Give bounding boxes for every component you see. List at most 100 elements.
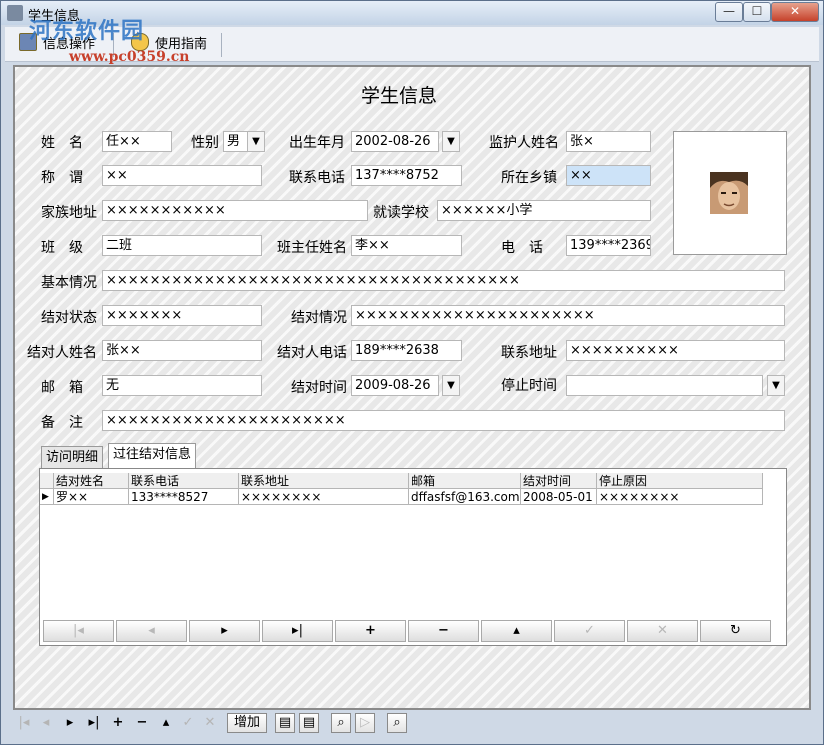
- student-photo[interactable]: [673, 131, 787, 255]
- col-header[interactable]: 联系电话: [129, 473, 239, 489]
- edit-record-icon[interactable]: ▴: [157, 713, 175, 733]
- remark-label: 备 注: [41, 415, 83, 431]
- title-field[interactable]: ××: [102, 165, 262, 186]
- table-cell[interactable]: ××××××××: [597, 489, 763, 505]
- guardian-label: 监护人姓名: [489, 135, 559, 151]
- first-record-icon[interactable]: |◂: [15, 713, 33, 733]
- teacher-field[interactable]: 李××: [351, 235, 462, 256]
- avatar-icon: [710, 172, 748, 214]
- class-label: 班 级: [41, 240, 83, 256]
- guardian-field[interactable]: 张×: [566, 131, 651, 152]
- app-window: 学生信息 — ☐ ✕ 信息操作 使用指南 河东软件园 www.pc0359.cn…: [0, 0, 824, 745]
- email-field[interactable]: 无: [102, 375, 262, 396]
- zoom-icon[interactable]: ⌕: [387, 713, 407, 733]
- insert-record-icon[interactable]: +: [335, 620, 406, 642]
- insert-record-icon[interactable]: +: [109, 713, 127, 733]
- col-header[interactable]: 邮箱: [409, 473, 521, 489]
- title-label: 称 谓: [41, 170, 83, 186]
- watermark-url: www.pc0359.cn: [69, 49, 190, 65]
- pair-person-field[interactable]: 张××: [102, 340, 262, 361]
- home-address-label: 家族地址: [41, 205, 97, 221]
- contact-address-field[interactable]: ××××××××××: [566, 340, 785, 361]
- col-header[interactable]: 结对姓名: [54, 473, 129, 489]
- close-button[interactable]: ✕: [771, 2, 819, 22]
- post-record-icon[interactable]: ✓: [554, 620, 625, 642]
- stop-time-field[interactable]: [566, 375, 763, 396]
- pair-info-field[interactable]: ××××××××××××××××××××××: [351, 305, 785, 326]
- pair-person-label: 结对人姓名: [27, 345, 97, 361]
- town-field[interactable]: ××: [566, 165, 651, 186]
- table-cell[interactable]: dffasfsf@163.com: [409, 489, 521, 505]
- refresh-icon[interactable]: ↻: [700, 620, 771, 642]
- contact-address-label: 联系地址: [501, 345, 557, 361]
- pair-status-field[interactable]: ×××××××: [102, 305, 262, 326]
- date-picker-icon[interactable]: ▼: [442, 375, 460, 396]
- tel-label: 电 话: [501, 240, 543, 256]
- table-cell[interactable]: 2008-05-01: [521, 489, 597, 505]
- school-field[interactable]: ××××××小学: [437, 200, 651, 221]
- teacher-label: 班主任姓名: [277, 240, 347, 256]
- delete-record-icon[interactable]: −: [408, 620, 479, 642]
- chevron-down-icon[interactable]: ▼: [247, 131, 265, 152]
- prior-record-icon[interactable]: ◂: [116, 620, 187, 642]
- town-label: 所在乡镇: [501, 170, 557, 186]
- next-record-icon[interactable]: ▸: [61, 713, 79, 733]
- minimize-button[interactable]: —: [715, 2, 743, 22]
- school-label: 就读学校: [373, 205, 429, 221]
- col-header[interactable]: 联系地址: [239, 473, 409, 489]
- next-record-icon[interactable]: ▸: [189, 620, 260, 642]
- toolbar-divider: [221, 33, 222, 57]
- phone-label: 联系电话: [289, 170, 345, 186]
- add-button[interactable]: 增加: [227, 713, 267, 733]
- col-header[interactable]: 停止原因: [597, 473, 763, 489]
- birth-label: 出生年月: [289, 135, 345, 151]
- email-label: 邮 箱: [41, 380, 83, 396]
- delete-record-icon[interactable]: −: [133, 713, 151, 733]
- pair-time-field[interactable]: 2009-08-26: [351, 375, 439, 396]
- post-record-icon[interactable]: ✓: [179, 713, 197, 733]
- basic-info-field[interactable]: ××××××××××××××××××××××××××××××××××××××: [102, 270, 785, 291]
- table-cell[interactable]: ××××××××: [239, 489, 409, 505]
- last-record-icon[interactable]: ▸|: [85, 713, 103, 733]
- stop-time-label: 停止时间: [501, 378, 557, 394]
- play-icon[interactable]: ▷: [355, 713, 375, 733]
- first-record-icon[interactable]: |◂: [43, 620, 114, 642]
- search-icon[interactable]: ⌕: [331, 713, 351, 733]
- row-header-cell: [40, 473, 54, 489]
- table-cell[interactable]: 罗××: [54, 489, 129, 505]
- cancel-record-icon[interactable]: ✕: [627, 620, 698, 642]
- last-record-icon[interactable]: ▸|: [262, 620, 333, 642]
- date-picker-icon[interactable]: ▼: [767, 375, 785, 396]
- remark-field[interactable]: ××××××××××××××××××××××: [102, 410, 785, 431]
- prior-record-icon[interactable]: ◂: [37, 713, 55, 733]
- watermark-logo: 河东软件园: [29, 18, 145, 44]
- pair-status-label: 结对状态: [41, 310, 97, 326]
- tel-field[interactable]: 139****2369: [566, 235, 651, 256]
- pair-info-label: 结对情况: [291, 310, 347, 326]
- birth-date-field[interactable]: 2002-08-26: [351, 131, 439, 152]
- table-cell[interactable]: 133****8527: [129, 489, 239, 505]
- pair-time-label: 结对时间: [291, 380, 347, 396]
- name-label: 姓 名: [41, 135, 83, 151]
- row-pointer-icon: ▶: [40, 489, 54, 505]
- date-picker-icon[interactable]: ▼: [442, 131, 460, 152]
- bottom-toolbar: |◂ ◂ ▸ ▸| + − ▴ ✓ ✕ 增加 ▤ ▤ ⌕ ▷ ⌕: [13, 713, 811, 735]
- tab-visit-details[interactable]: 访问明细: [41, 446, 104, 468]
- grid-navigator: |◂ ◂ ▸ ▸| + − ▴ ✓ ✕ ↻: [43, 620, 771, 642]
- home-address-field[interactable]: ×××××××××××: [102, 200, 368, 221]
- phone-field[interactable]: 137****8752: [351, 165, 462, 186]
- edit-record-icon[interactable]: ▴: [481, 620, 552, 642]
- tab-past-pairings[interactable]: 过往结对信息: [108, 443, 197, 469]
- pair-phone-field[interactable]: 189****2638: [351, 340, 462, 361]
- col-header[interactable]: 结对时间: [521, 473, 597, 489]
- print-icon[interactable]: ▤: [275, 713, 295, 733]
- maximize-button[interactable]: ☐: [743, 2, 771, 22]
- form-heading: 学生信息: [361, 85, 438, 107]
- app-icon: [7, 5, 23, 21]
- basic-info-label: 基本情况: [41, 275, 97, 291]
- cancel-record-icon[interactable]: ✕: [201, 713, 219, 733]
- class-field[interactable]: 二班: [102, 235, 262, 256]
- name-field[interactable]: 任××: [102, 131, 172, 152]
- print-preview-icon[interactable]: ▤: [299, 713, 319, 733]
- gender-label: 性别: [191, 135, 219, 151]
